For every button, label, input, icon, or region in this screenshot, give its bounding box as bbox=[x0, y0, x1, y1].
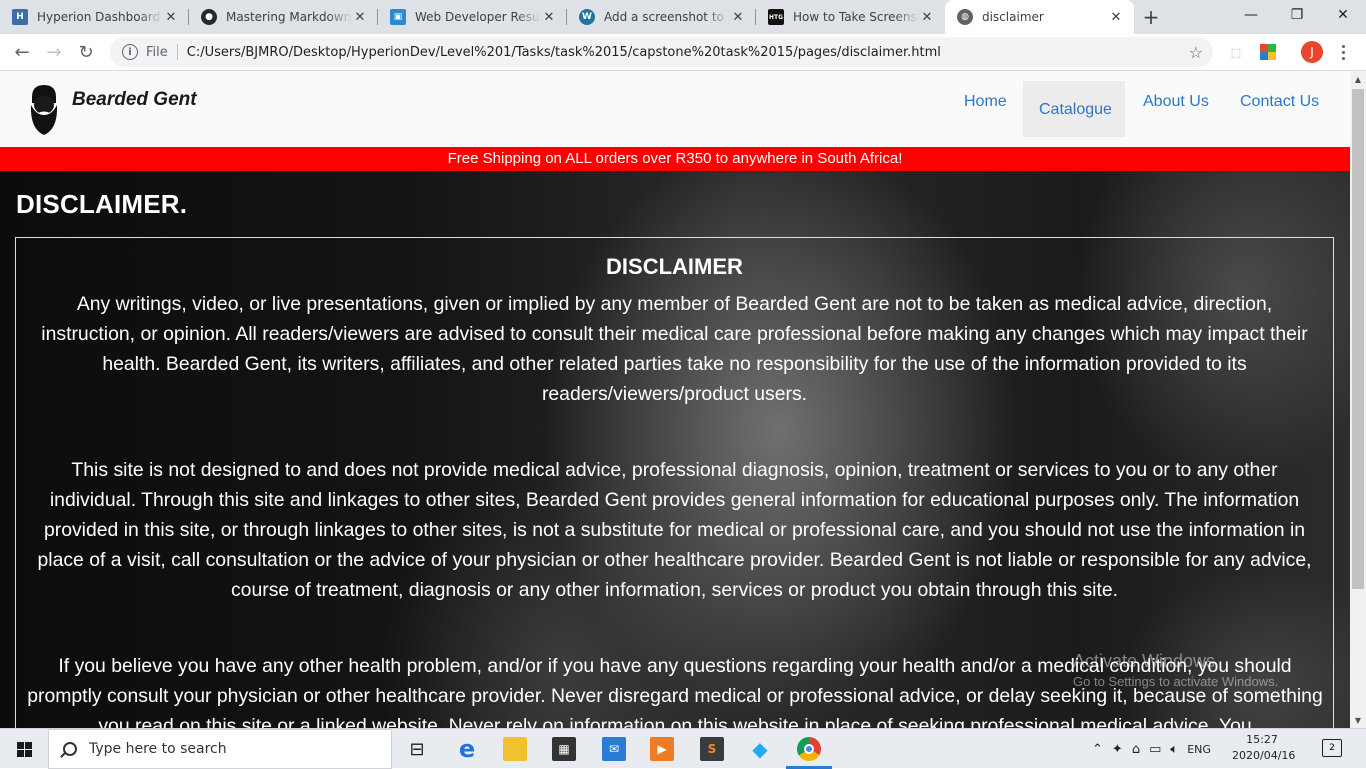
edge-icon[interactable]: e bbox=[455, 735, 479, 763]
taskbar-clock[interactable]: 15:27 2020/04/16 bbox=[1232, 732, 1296, 764]
docs-icon: ▣ bbox=[390, 9, 406, 25]
tab-label: disclaimer bbox=[982, 10, 1044, 24]
back-button[interactable]: ← bbox=[6, 36, 38, 68]
forward-button[interactable]: → bbox=[38, 36, 70, 68]
nav-home[interactable]: Home bbox=[964, 93, 1007, 111]
maximize-button[interactable]: ❐ bbox=[1274, 0, 1320, 30]
tab-label: Web Developer Resume bbox=[415, 10, 541, 24]
hyperion-icon: H bbox=[12, 9, 28, 25]
nav-contact-us[interactable]: Contact Us bbox=[1240, 93, 1319, 111]
mail-icon[interactable]: ✉ bbox=[602, 737, 626, 761]
close-icon[interactable]: ✕ bbox=[919, 9, 935, 25]
notification-center-icon[interactable]: 2 bbox=[1322, 739, 1342, 757]
scheme-label: File bbox=[146, 44, 168, 60]
windows-taskbar: Type here to search ⊟ e ▦ ✉ ▶ S ◆ ⌃ ✦ ⌂ … bbox=[0, 728, 1366, 769]
reload-button[interactable]: ↻ bbox=[70, 36, 102, 68]
page-title: DISCLAIMER. bbox=[16, 189, 188, 219]
pdf-extension-icon[interactable]: ⬚ bbox=[1226, 42, 1246, 62]
close-icon[interactable]: ✕ bbox=[730, 9, 746, 25]
search-placeholder: Type here to search bbox=[89, 741, 227, 757]
menu-icon[interactable] bbox=[1336, 40, 1350, 64]
clock-time: 15:27 bbox=[1246, 733, 1278, 746]
color-extension-icon[interactable] bbox=[1258, 42, 1278, 62]
activate-windows-watermark: Activate Windows Go to Settings to activ… bbox=[1073, 651, 1278, 689]
address-bar[interactable]: i File C:/Users/BJMRO/Desktop/HyperionDe… bbox=[110, 37, 1213, 67]
tab-label: Mastering Markdown · G bbox=[226, 10, 352, 24]
wordpress-icon: W bbox=[579, 9, 595, 25]
file-explorer-icon[interactable] bbox=[503, 737, 527, 761]
minimize-button[interactable]: — bbox=[1228, 0, 1274, 30]
chevron-up-icon[interactable]: ⌃ bbox=[1092, 742, 1103, 757]
scrollbar-thumb[interactable] bbox=[1352, 89, 1364, 589]
github-icon: ● bbox=[201, 9, 217, 25]
divider bbox=[176, 44, 178, 60]
bookmark-star-icon[interactable]: ☆ bbox=[1189, 43, 1203, 62]
close-icon[interactable]: ✕ bbox=[352, 9, 368, 25]
network-icon[interactable]: ⌂ bbox=[1132, 742, 1140, 757]
profile-avatar[interactable]: J bbox=[1301, 41, 1323, 63]
clock-date: 2020/04/16 bbox=[1232, 749, 1296, 762]
disclaimer-paragraph: This site is not designed to and does no… bbox=[37, 459, 1312, 601]
close-icon[interactable]: ✕ bbox=[541, 9, 557, 25]
page-viewport: Bearded Gent Home Catalogue About Us Con… bbox=[0, 71, 1350, 728]
tab-hyperion-dashboard[interactable]: H Hyperion Dashboard ✕ bbox=[0, 0, 189, 34]
new-tab-button[interactable]: + bbox=[1134, 0, 1168, 34]
close-window-button[interactable]: ✕ bbox=[1320, 0, 1366, 30]
watermark-subtitle: Go to Settings to activate Windows. bbox=[1073, 674, 1279, 689]
nav-about-us[interactable]: About Us bbox=[1143, 93, 1209, 111]
tab-label: Hyperion Dashboard bbox=[37, 10, 161, 24]
chrome-icon[interactable] bbox=[797, 737, 821, 761]
globe-icon: ◍ bbox=[957, 9, 973, 25]
brand-name[interactable]: Bearded Gent bbox=[72, 89, 197, 111]
dropbox-icon[interactable]: ✦ bbox=[1112, 742, 1123, 757]
volume-icon[interactable]: 🔈︎ bbox=[1170, 742, 1178, 757]
page-scrollbar[interactable]: ▲ ▼ bbox=[1350, 71, 1366, 728]
bearded-man-logo-icon[interactable] bbox=[22, 81, 66, 137]
system-tray: ⌃ ✦ ⌂ ▭ 🔈︎ ENG bbox=[1092, 729, 1211, 769]
promo-banner: Free Shipping on ALL orders over R350 to… bbox=[0, 147, 1350, 171]
browser-toolbar: ← → ↻ i File C:/Users/BJMRO/Desktop/Hype… bbox=[0, 34, 1366, 71]
language-indicator[interactable]: ENG bbox=[1187, 743, 1211, 756]
url-text[interactable]: C:/Users/BJMRO/Desktop/HyperionDev/Level… bbox=[187, 45, 941, 60]
media-player-icon[interactable]: ▶ bbox=[650, 737, 674, 761]
taskbar-search[interactable]: Type here to search bbox=[48, 729, 392, 769]
task-view-icon[interactable]: ⊟ bbox=[405, 737, 429, 761]
search-icon bbox=[63, 742, 77, 756]
site-header: Bearded Gent Home Catalogue About Us Con… bbox=[0, 71, 1350, 147]
sublime-text-icon[interactable]: S bbox=[700, 737, 724, 761]
close-icon[interactable]: ✕ bbox=[1108, 9, 1124, 25]
windows-logo-icon bbox=[16, 741, 32, 757]
tab-strip: H Hyperion Dashboard ✕ ● Mastering Markd… bbox=[0, 0, 1366, 34]
htg-icon: HTG bbox=[768, 9, 784, 25]
nav-catalogue[interactable]: Catalogue bbox=[1039, 101, 1112, 119]
info-icon[interactable]: i bbox=[122, 44, 138, 60]
tab-label: How to Take Screenshot bbox=[793, 10, 919, 24]
tab-mastering-markdown[interactable]: ● Mastering Markdown · G ✕ bbox=[189, 0, 378, 34]
disclaimer-paragraph: Any writings, video, or live presentatio… bbox=[41, 293, 1308, 405]
store-icon[interactable]: ▦ bbox=[552, 737, 576, 761]
tab-web-developer-resume[interactable]: ▣ Web Developer Resume ✕ bbox=[378, 0, 567, 34]
tab-how-to-take-screenshot[interactable]: HTG How to Take Screenshot ✕ bbox=[756, 0, 945, 34]
tab-label: Add a screenshot to yo bbox=[604, 10, 730, 24]
disclaimer-title: DISCLAIMER bbox=[606, 254, 743, 279]
vscode-icon[interactable]: ◆ bbox=[748, 737, 772, 761]
scroll-up-icon[interactable]: ▲ bbox=[1350, 71, 1366, 87]
battery-icon[interactable]: ▭ bbox=[1149, 742, 1161, 757]
scroll-down-icon[interactable]: ▼ bbox=[1350, 712, 1366, 728]
close-icon[interactable]: ✕ bbox=[163, 9, 179, 25]
tab-disclaimer[interactable]: ◍ disclaimer ✕ bbox=[945, 0, 1134, 34]
tab-add-screenshot[interactable]: W Add a screenshot to yo ✕ bbox=[567, 0, 756, 34]
watermark-title: Activate Windows bbox=[1073, 651, 1216, 671]
start-button[interactable] bbox=[0, 729, 48, 769]
